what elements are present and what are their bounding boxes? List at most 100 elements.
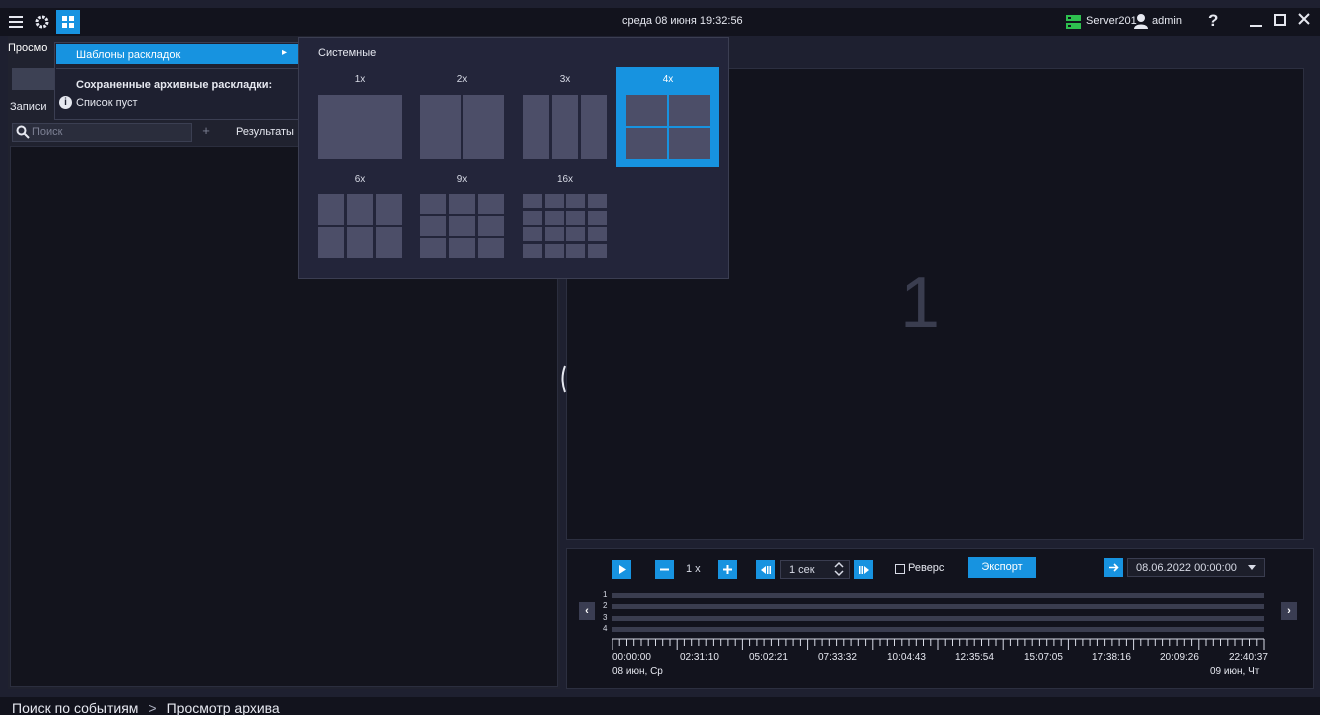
end-date-label: 09 июн, Чт bbox=[1210, 666, 1260, 677]
layout-grid-icon[interactable] bbox=[56, 10, 80, 34]
template-cell bbox=[566, 211, 585, 225]
timeline-track[interactable] bbox=[612, 593, 1264, 598]
template-4x[interactable] bbox=[626, 95, 710, 159]
timeline-ruler[interactable] bbox=[612, 638, 1268, 652]
export-button[interactable]: Экспорт bbox=[968, 557, 1036, 578]
timeline-next-button[interactable]: › bbox=[1281, 602, 1297, 620]
template-3x[interactable] bbox=[523, 95, 607, 159]
search-input[interactable]: Поиск bbox=[32, 126, 62, 138]
timeline-track[interactable] bbox=[612, 616, 1264, 621]
server-icon bbox=[1066, 15, 1081, 29]
datetime-field[interactable]: 08.06.2022 00:00:00 bbox=[1127, 558, 1265, 577]
add-button[interactable]: + bbox=[196, 123, 216, 142]
system-templates-header: Системные bbox=[318, 47, 377, 59]
template-cell bbox=[478, 194, 504, 214]
chevron-down-icon[interactable] bbox=[1248, 565, 1256, 570]
template-1x[interactable] bbox=[318, 95, 402, 159]
gear-icon[interactable] bbox=[32, 12, 52, 32]
time-tick-label: 02:31:10 bbox=[680, 652, 719, 663]
step-back-button[interactable] bbox=[756, 560, 775, 579]
play-button[interactable] bbox=[612, 560, 631, 579]
template-cell bbox=[588, 244, 607, 258]
template-cell bbox=[376, 194, 402, 225]
template-label: 2x bbox=[456, 74, 468, 85]
help-icon[interactable]: ? bbox=[1208, 11, 1218, 31]
time-tick-label: 07:33:32 bbox=[818, 652, 857, 663]
step-forward-button[interactable] bbox=[854, 560, 873, 579]
template-cell bbox=[566, 244, 585, 258]
template-cell bbox=[523, 95, 549, 159]
template-cell bbox=[626, 128, 667, 159]
template-cell bbox=[588, 227, 607, 241]
template-label: 16x bbox=[556, 174, 574, 185]
breadcrumb-separator: > bbox=[148, 700, 157, 716]
menu-item-layout-templates[interactable]: Шаблоны раскладок ▸ bbox=[56, 44, 298, 64]
speed-value: 1 x bbox=[686, 563, 701, 575]
template-16x[interactable] bbox=[523, 194, 607, 258]
step-interval-value: 1 сек bbox=[789, 563, 815, 576]
time-tick-label: 22:40:37 bbox=[1229, 652, 1268, 663]
time-tick-label: 05:02:21 bbox=[749, 652, 788, 663]
top-bar: среда 08 июня 19:32:56 Server201 admin ? bbox=[0, 8, 1320, 36]
template-cell bbox=[552, 95, 578, 159]
results-label: Результаты bbox=[236, 126, 294, 138]
user-name[interactable]: admin bbox=[1152, 15, 1182, 27]
time-tick-label: 10:04:43 bbox=[887, 652, 926, 663]
time-tick-label: 12:35:54 bbox=[955, 652, 994, 663]
template-cell bbox=[545, 227, 564, 241]
search-icon bbox=[16, 125, 30, 139]
template-cell bbox=[318, 95, 402, 159]
track-label: 3 bbox=[603, 613, 608, 622]
track-label: 4 bbox=[603, 624, 608, 633]
speed-increase-button[interactable] bbox=[718, 560, 737, 579]
spinner-arrows-icon[interactable] bbox=[834, 561, 844, 577]
template-cell bbox=[581, 95, 607, 159]
current-datetime: среда 08 июня 19:32:56 bbox=[622, 15, 743, 27]
close-icon[interactable] bbox=[1294, 10, 1314, 32]
speed-decrease-button[interactable] bbox=[655, 560, 674, 579]
template-cell bbox=[420, 216, 446, 236]
template-label: 3x bbox=[559, 74, 571, 85]
template-cell bbox=[523, 194, 542, 208]
user-icon bbox=[1134, 14, 1148, 29]
template-cell bbox=[449, 216, 475, 236]
template-cell bbox=[669, 95, 710, 126]
template-label: 4x bbox=[662, 74, 674, 85]
timeline-track[interactable] bbox=[612, 627, 1264, 632]
left-toolbar-button[interactable] bbox=[12, 68, 58, 90]
submenu-arrow-icon: ▸ bbox=[282, 47, 288, 58]
template-cell bbox=[545, 211, 564, 225]
hamburger-icon[interactable] bbox=[6, 12, 26, 32]
template-label: 6x bbox=[354, 174, 366, 185]
template-cell bbox=[463, 95, 504, 159]
template-9x[interactable] bbox=[420, 194, 504, 258]
template-cell bbox=[626, 95, 667, 126]
template-cell bbox=[588, 211, 607, 225]
minimize-icon[interactable] bbox=[1246, 10, 1266, 32]
track-label: 1 bbox=[603, 590, 608, 599]
viewer-tab-bar bbox=[728, 42, 1320, 64]
template-cell bbox=[478, 238, 504, 258]
reverse-checkbox[interactable] bbox=[895, 564, 905, 574]
server-name[interactable]: Server201 bbox=[1086, 15, 1137, 27]
template-cell bbox=[545, 244, 564, 258]
template-cell bbox=[449, 194, 475, 214]
go-to-date-button[interactable] bbox=[1104, 558, 1123, 577]
template-cell bbox=[669, 128, 710, 159]
viewport-number: 1 bbox=[900, 263, 941, 343]
time-tick-label: 17:38:16 bbox=[1092, 652, 1131, 663]
tab-archive-view[interactable]: Просмо bbox=[8, 42, 58, 62]
template-2x[interactable] bbox=[420, 95, 504, 159]
status-bar: Поиск по событиям > Просмотр архива bbox=[0, 697, 1320, 716]
template-cell bbox=[545, 194, 564, 208]
template-cell bbox=[588, 194, 607, 208]
breadcrumb: Поиск по событиям > Просмотр архива bbox=[12, 700, 280, 716]
breadcrumb-events-search[interactable]: Поиск по событиям bbox=[12, 700, 138, 716]
saved-layouts-header: Сохраненные архивные раскладки: bbox=[76, 79, 273, 91]
timeline-track[interactable] bbox=[612, 604, 1264, 609]
maximize-icon[interactable] bbox=[1270, 10, 1290, 32]
breadcrumb-archive-view[interactable]: Просмотр архива bbox=[167, 700, 280, 716]
template-6x[interactable] bbox=[318, 194, 402, 258]
timeline-prev-button[interactable]: ‹ bbox=[579, 602, 595, 620]
time-tick-label: 00:00:00 bbox=[612, 652, 651, 663]
